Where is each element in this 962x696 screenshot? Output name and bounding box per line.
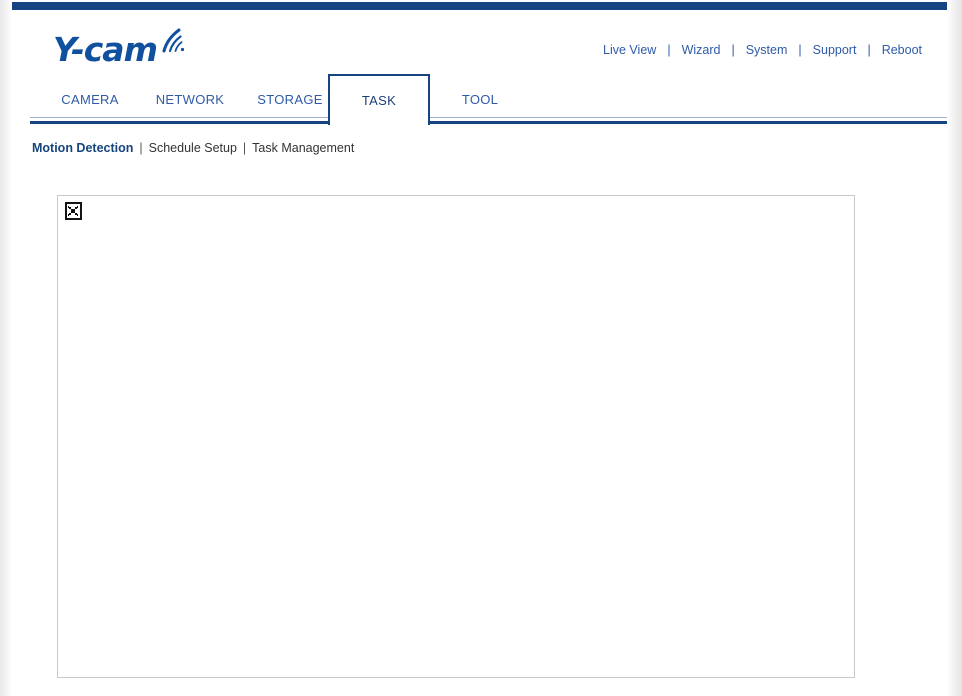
- site-logo[interactable]: Y-cam: [53, 28, 233, 70]
- page-left-edge-shade: [0, 0, 12, 696]
- utility-nav: Live View | Wizard | System | Support | Reboot: [601, 42, 924, 58]
- utility-nav-item-system[interactable]: System: [744, 43, 790, 57]
- utility-nav-item-wizard[interactable]: Wizard: [680, 43, 723, 57]
- tab-tool[interactable]: TOOL: [430, 74, 530, 125]
- page-root: Y-cam Live View | Wizard | System | Support | Re…: [0, 0, 962, 696]
- subnav-separator: |: [139, 141, 143, 155]
- logo-wordmark: Y-cam: [53, 30, 158, 69]
- utility-nav-item-live-view[interactable]: Live View: [601, 43, 658, 57]
- page-right-edge-shade: [947, 0, 962, 696]
- tab-network[interactable]: NETWORK: [140, 74, 240, 125]
- wifi-signal-icon: [160, 25, 190, 55]
- utility-nav-separator: |: [667, 43, 671, 57]
- subnav-item-motion-detection[interactable]: Motion Detection: [32, 141, 133, 155]
- broken-image-icon: [65, 202, 82, 220]
- utility-nav-separator: |: [731, 43, 735, 57]
- secondary-nav: Motion Detection | Schedule Setup | Task Man…: [12, 138, 947, 160]
- document-body: Y-cam Live View | Wizard | System | Support | Re…: [12, 0, 947, 696]
- tab-storage[interactable]: STORAGE: [240, 74, 340, 125]
- tab-task[interactable]: TASK: [328, 74, 430, 125]
- subnav-separator: |: [242, 141, 247, 155]
- subnav-item-schedule-setup[interactable]: Schedule Setup: [149, 141, 237, 155]
- utility-nav-separator: |: [867, 43, 871, 57]
- site-header: Y-cam Live View | Wizard | System | Support | Re…: [12, 10, 947, 74]
- top-accent-bar: [12, 2, 947, 10]
- utility-nav-item-support[interactable]: Support: [811, 43, 859, 57]
- subnav-item-task-management[interactable]: Task Management: [252, 141, 354, 155]
- utility-nav-item-reboot[interactable]: Reboot: [880, 43, 924, 57]
- motion-detection-panel: [57, 195, 855, 678]
- tab-camera[interactable]: CAMERA: [40, 74, 140, 125]
- utility-nav-separator: |: [798, 43, 802, 57]
- primary-tabstrip: CAMERA NETWORK STORAGE TASK TOOL: [12, 74, 947, 126]
